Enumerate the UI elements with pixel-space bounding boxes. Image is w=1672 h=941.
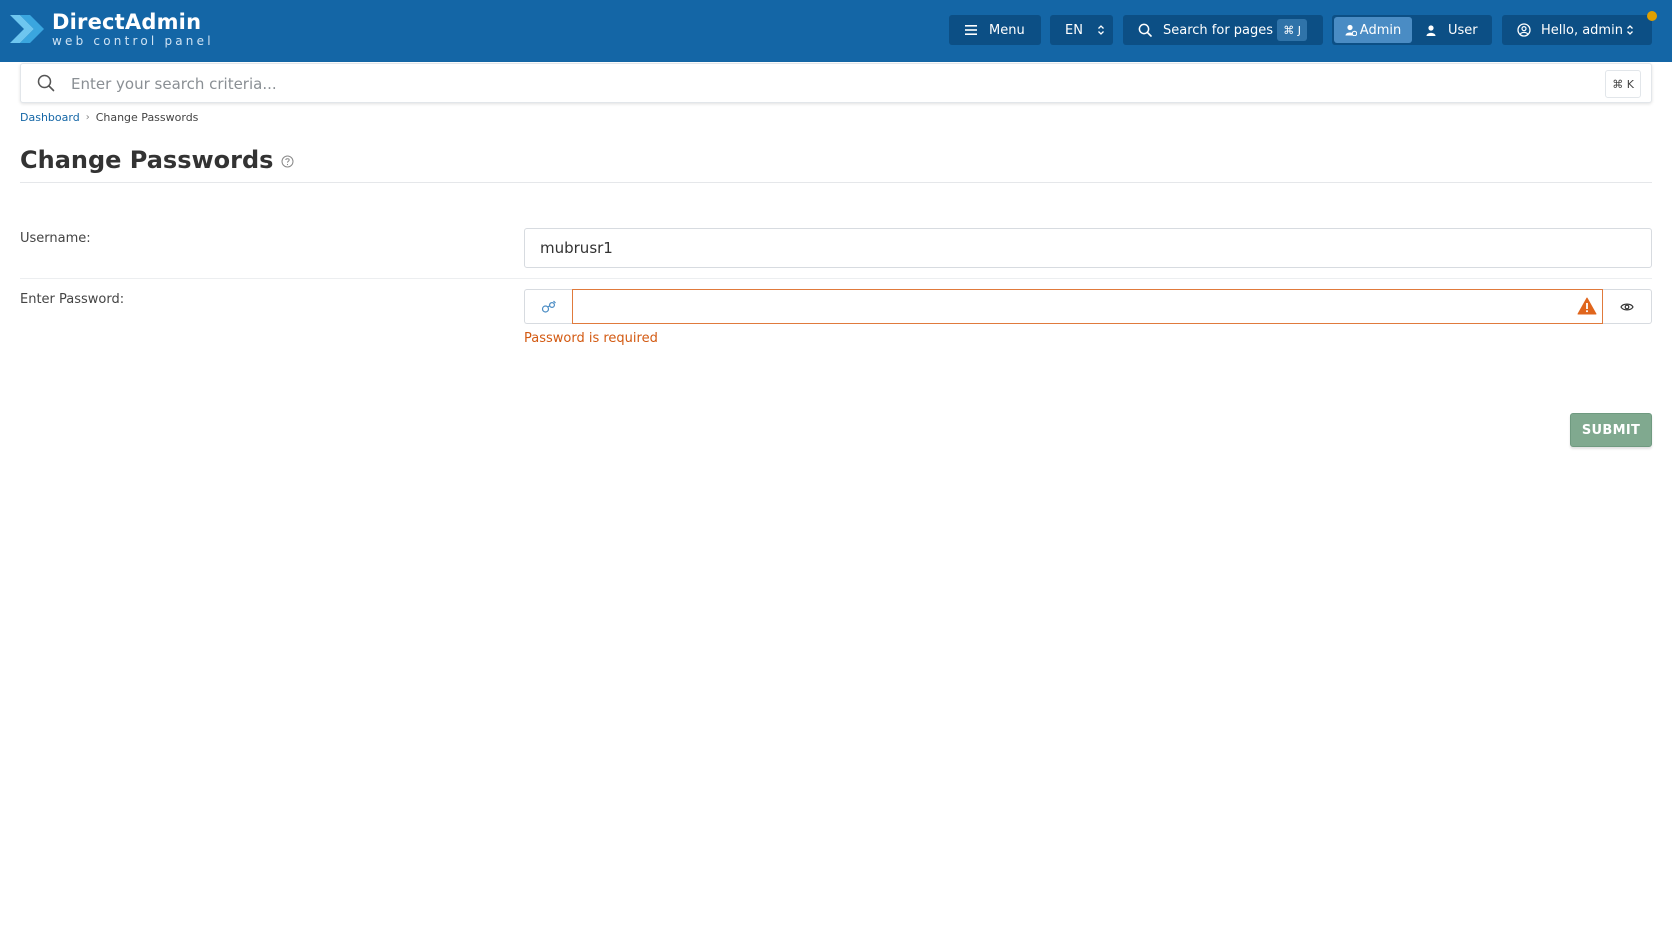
search-pages-shortcut: ⌘ J <box>1277 19 1307 41</box>
brand-subtitle: web control panel <box>52 33 214 48</box>
role-switch: Admin User <box>1332 15 1492 45</box>
admin-user-icon <box>1345 24 1357 36</box>
username-field[interactable] <box>524 228 1652 268</box>
eye-icon <box>1620 303 1634 310</box>
menu-label: Menu <box>989 22 1025 38</box>
global-search-input[interactable] <box>71 72 1571 96</box>
warning-icon <box>1577 297 1597 315</box>
hamburger-icon <box>965 25 977 35</box>
search-icon <box>37 74 55 92</box>
breadcrumb-dashboard-link[interactable]: Dashboard <box>20 111 80 124</box>
updown-icon <box>1098 25 1104 35</box>
language-select[interactable]: EN <box>1050 15 1113 45</box>
user-role-label: User <box>1448 22 1478 38</box>
page-title: Change Passwords <box>20 146 294 174</box>
breadcrumb-current: Change Passwords <box>95 111 199 124</box>
notification-dot <box>1647 11 1657 21</box>
page-title-text: Change Passwords <box>20 146 274 174</box>
top-navigation-bar: DirectAdmin web control panel Menu EN Se… <box>0 0 1672 62</box>
help-icon[interactable] <box>281 155 294 168</box>
brand-title: DirectAdmin <box>52 9 202 34</box>
admin-role-label: Admin <box>1359 22 1402 38</box>
admin-role-button[interactable]: Admin <box>1334 17 1412 43</box>
generate-password-icon <box>541 300 556 313</box>
search-pages-label: Search for pages <box>1163 22 1274 38</box>
global-search-bar: ⌘ K <box>20 63 1652 103</box>
username-label: Username: <box>20 231 91 246</box>
search-icon <box>1138 23 1152 37</box>
updown-icon <box>1627 25 1633 35</box>
language-label: EN <box>1065 22 1083 38</box>
global-search-shortcut: ⌘ K <box>1605 70 1641 98</box>
directadmin-logo-icon <box>10 15 44 43</box>
password-error-message: Password is required <box>524 331 658 346</box>
breadcrumb: Dashboard › Change Passwords <box>20 111 198 124</box>
directadmin-logo[interactable]: DirectAdmin web control panel <box>10 9 214 49</box>
toggle-password-visibility-button[interactable] <box>1603 289 1652 324</box>
generate-password-button[interactable] <box>524 289 573 324</box>
password-label: Enter Password: <box>20 292 125 307</box>
greeting-label: Hello, admin <box>1541 22 1623 38</box>
submit-button[interactable]: SUBMIT <box>1570 413 1652 447</box>
title-divider <box>20 182 1652 183</box>
user-circle-icon <box>1517 23 1531 37</box>
row-divider <box>20 278 1652 279</box>
user-icon <box>1426 24 1436 36</box>
menu-button[interactable]: Menu <box>949 15 1041 45</box>
password-field[interactable] <box>572 289 1603 324</box>
user-role-button[interactable]: User <box>1420 15 1490 45</box>
account-menu-button[interactable]: Hello, admin <box>1502 15 1652 45</box>
chevron-right-icon: › <box>85 112 90 123</box>
search-pages-button[interactable]: Search for pages ⌘ J <box>1123 15 1323 45</box>
